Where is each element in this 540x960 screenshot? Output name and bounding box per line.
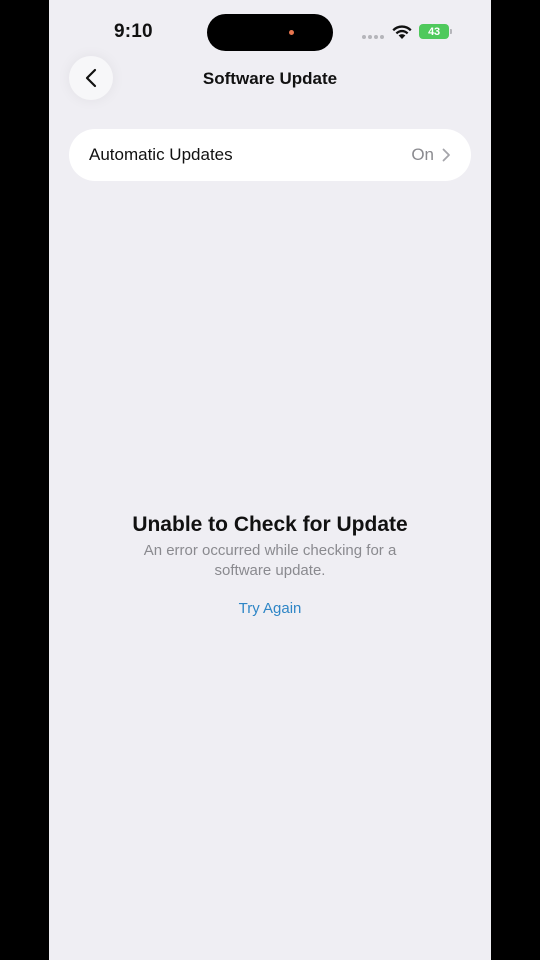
wifi-icon	[392, 25, 412, 39]
automatic-updates-value: On	[411, 145, 434, 164]
battery-icon: 43	[419, 24, 449, 39]
signal-icon	[362, 35, 384, 39]
dynamic-island	[207, 14, 333, 51]
settings-screen: 9:10 43 Software Update Automatic Update…	[49, 0, 491, 960]
automatic-updates-row[interactable]: Automatic Updates On	[69, 129, 471, 181]
status-time: 9:10	[114, 21, 153, 42]
try-again-link[interactable]: Try Again	[49, 600, 491, 617]
error-message: An error occurred while checking for a s…	[143, 542, 397, 579]
recording-indicator-icon	[289, 30, 294, 35]
automatic-updates-label: Automatic Updates	[89, 145, 233, 164]
chevron-right-icon	[442, 148, 450, 162]
error-title: Unable to Check for Update	[132, 513, 408, 536]
page-title: Software Update	[202, 69, 338, 88]
battery-tip	[450, 29, 452, 34]
battery-level: 43	[428, 25, 440, 38]
